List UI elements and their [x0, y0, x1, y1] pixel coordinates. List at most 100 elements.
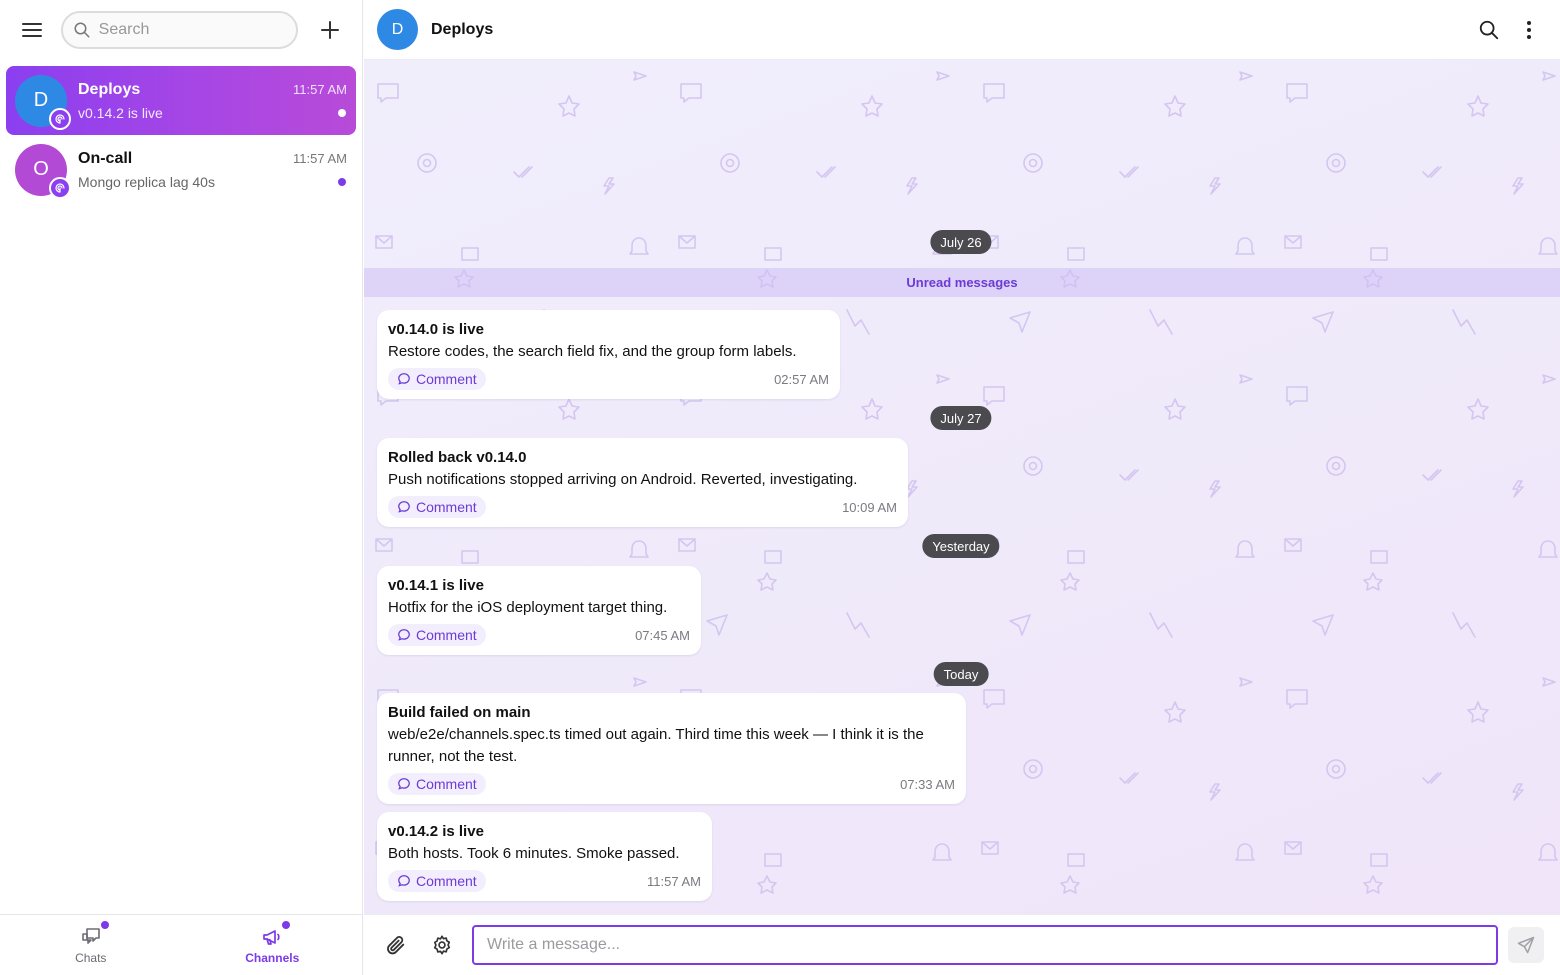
- gear-icon: [433, 935, 451, 955]
- message-bubble[interactable]: v0.14.0 is live Restore codes, the searc…: [377, 310, 840, 399]
- broadcast-icon: [55, 182, 65, 193]
- chat-name: On-call: [78, 149, 133, 167]
- search-input[interactable]: [98, 21, 279, 39]
- message-time: 11:57 AM: [647, 873, 701, 889]
- message-title: v0.14.1 is live: [388, 577, 484, 594]
- chats-icon: [81, 928, 100, 944]
- chat-info: On-call 11:57 AM Mongo replica lag 40s: [78, 150, 347, 190]
- search-icon: [1479, 20, 1499, 39]
- date-separator: July 27: [930, 406, 992, 430]
- paperclip-icon: [387, 936, 405, 955]
- broadcast-icon: [55, 113, 65, 124]
- message-area[interactable]: July 26 Unread messages v0.14.0 is live …: [364, 60, 1560, 914]
- message-title: v0.14.2 is live: [388, 823, 484, 840]
- header-avatar[interactable]: D: [377, 9, 418, 50]
- comment-label: Comment: [416, 499, 477, 515]
- chat-name: Deploys: [78, 80, 141, 98]
- comment-label: Comment: [416, 627, 477, 643]
- megaphone-icon: [263, 930, 280, 945]
- settings-button[interactable]: [424, 927, 460, 963]
- message-composer: [364, 914, 1560, 975]
- date-separator: Yesterday: [922, 534, 1000, 558]
- comment-icon: [398, 501, 410, 513]
- comment-button[interactable]: Comment: [388, 368, 486, 390]
- attach-button[interactable]: [378, 927, 414, 963]
- nav-icon-wrap: [79, 921, 109, 949]
- message-time: 10:09 AM: [842, 499, 897, 515]
- avatar-initial: D: [33, 89, 49, 111]
- message-bubble[interactable]: v0.14.1 is live Hotfix for the iOS deplo…: [377, 566, 701, 655]
- bottom-nav: Chats Channels: [0, 914, 363, 975]
- date-separator: Today: [933, 662, 989, 686]
- comment-button[interactable]: Comment: [388, 624, 486, 646]
- message-bubble[interactable]: Rolled back v0.14.0 Push notifications s…: [377, 438, 908, 527]
- sidebar: D Deploys 11:57 AM v0.14.2 is live O: [0, 0, 363, 975]
- chat-time: 11:57 AM: [293, 82, 347, 97]
- channel-badge: [49, 176, 71, 199]
- avatar-initial: D: [391, 20, 404, 38]
- tab-channels[interactable]: Channels: [182, 915, 364, 975]
- message-bubble[interactable]: Build failed on main web/e2e/channels.sp…: [377, 693, 966, 804]
- unread-messages-divider: Unread messages: [364, 268, 1560, 297]
- comment-label: Comment: [416, 371, 477, 387]
- message-title: Rolled back v0.14.0: [388, 449, 527, 466]
- message-text: Push notifications stopped arriving on A…: [388, 471, 858, 488]
- chat-preview: Mongo replica lag 40s: [78, 173, 215, 190]
- nav-icon-wrap: [260, 921, 291, 949]
- chat-title[interactable]: Deploys: [431, 21, 493, 39]
- comment-icon: [398, 875, 410, 887]
- channel-badge: [49, 107, 71, 130]
- unread-dot: [338, 177, 346, 186]
- comment-button[interactable]: Comment: [388, 870, 486, 892]
- header-actions: [1471, 12, 1547, 48]
- message-time: 02:57 AM: [774, 371, 829, 387]
- avatar: O: [15, 143, 71, 199]
- sidebar-toolbar: [0, 0, 362, 60]
- send-button[interactable]: [1508, 927, 1544, 963]
- send-icon: [1517, 936, 1535, 954]
- message-title: Build failed on main: [388, 704, 531, 721]
- hamburger-icon: [21, 23, 42, 37]
- search-box: [60, 11, 299, 49]
- nav-unread-dot: [282, 921, 291, 929]
- avatar: D: [15, 74, 71, 130]
- message-bubble[interactable]: v0.14.2 is live Both hosts. Took 6 minut…: [377, 812, 712, 901]
- more-vertical-icon: [1527, 20, 1531, 39]
- message-text: web/e2e/channels.spec.ts timed out again…: [388, 726, 924, 765]
- more-options-button[interactable]: [1511, 12, 1547, 48]
- new-chat-button[interactable]: [312, 12, 348, 48]
- message-text: Both hosts. Took 6 minutes. Smoke passed…: [388, 845, 680, 862]
- message-title: v0.14.0 is live: [388, 321, 484, 338]
- tab-label: Chats: [75, 951, 107, 965]
- comment-icon: [398, 373, 410, 385]
- chat-item-deploys[interactable]: D Deploys 11:57 AM v0.14.2 is live: [6, 66, 356, 135]
- chat-item-on-call[interactable]: O On-call 11:57 AM Mongo replica lag 40s: [6, 135, 356, 204]
- message-time: 07:45 AM: [635, 627, 690, 643]
- tab-chats[interactable]: Chats: [0, 915, 182, 975]
- chat-info: Deploys 11:57 AM v0.14.2 is live: [78, 81, 347, 121]
- comment-label: Comment: [416, 873, 477, 889]
- menu-button[interactable]: [14, 12, 50, 48]
- message-text: Restore codes, the search field fix, and…: [388, 343, 797, 360]
- comment-label: Comment: [416, 776, 477, 792]
- comment-button[interactable]: Comment: [388, 496, 486, 518]
- chat-preview: v0.14.2 is live: [78, 104, 163, 121]
- comment-icon: [398, 629, 410, 641]
- unread-dot: [338, 108, 346, 117]
- search-chat-button[interactable]: [1471, 12, 1507, 48]
- nav-unread-dot: [100, 921, 109, 929]
- message-input[interactable]: [472, 925, 1498, 965]
- date-separator: July 26: [930, 230, 992, 254]
- comment-button[interactable]: Comment: [388, 773, 486, 795]
- tab-label: Channels: [245, 951, 300, 965]
- chat-panel: D Deploys July 26 Unread messages v0.14.…: [364, 0, 1560, 975]
- search-icon: [74, 22, 90, 38]
- chat-list: D Deploys 11:57 AM v0.14.2 is live O On-…: [0, 60, 362, 210]
- chat-header: D Deploys: [364, 0, 1560, 60]
- chat-time: 11:57 AM: [293, 151, 347, 166]
- message-text: Hotfix for the iOS deployment target thi…: [388, 599, 668, 616]
- avatar-initial: O: [33, 158, 49, 180]
- message-time: 07:33 AM: [900, 776, 955, 792]
- comment-icon: [398, 778, 410, 790]
- plus-icon: [321, 21, 340, 39]
